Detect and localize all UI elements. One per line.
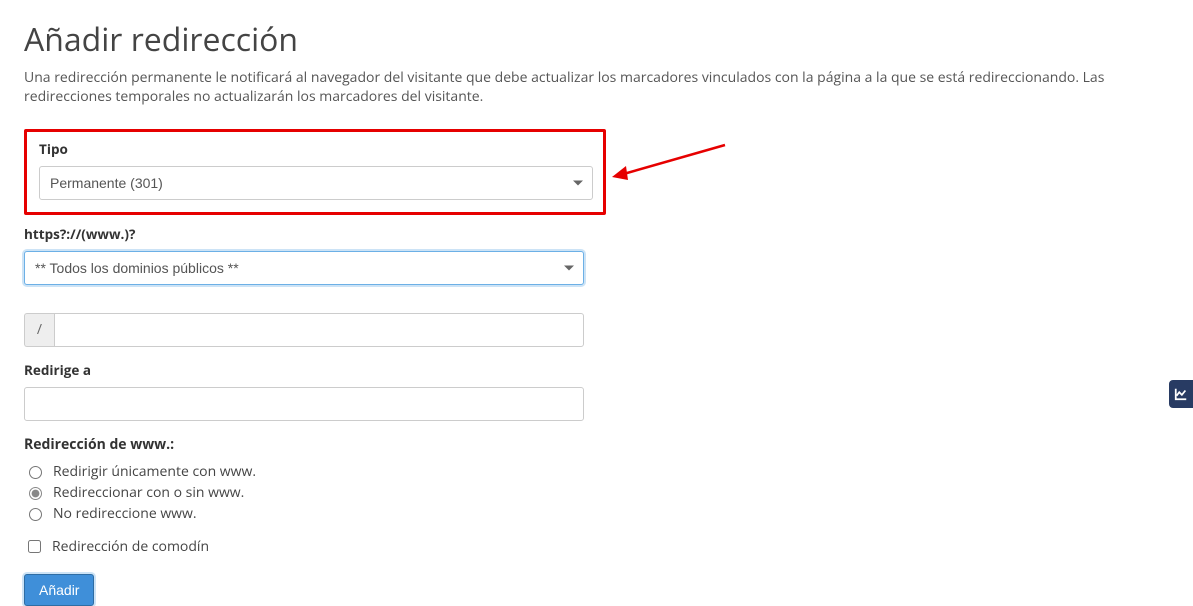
tipo-select[interactable]: Permanente (301)	[39, 166, 593, 200]
path-prefix: /	[24, 313, 54, 347]
www-radio-both[interactable]	[29, 487, 42, 500]
www-opt-none-label: No redireccione www.	[53, 504, 197, 523]
path-input[interactable]	[54, 313, 584, 347]
tipo-highlight: Tipo Permanente (301)	[24, 129, 606, 215]
chart-icon	[1174, 387, 1188, 401]
redirect-to-input[interactable]	[24, 387, 584, 421]
wildcard-row[interactable]: Redirección de comodín	[24, 537, 1193, 556]
wildcard-checkbox[interactable]	[28, 540, 41, 553]
www-opt-both-label: Redireccionar con o sin www.	[53, 483, 244, 502]
domain-select[interactable]: ** Todos los dominios públicos **	[24, 251, 584, 285]
domain-label: https?://(www.)?	[24, 225, 1193, 243]
www-opt-none[interactable]: No redireccione www.	[24, 504, 1193, 523]
page-title: Añadir redirección	[24, 18, 1193, 61]
stats-fab[interactable]	[1169, 380, 1193, 408]
wildcard-label: Redirección de comodín	[52, 537, 209, 556]
www-redirect-label: Redirección de www.:	[24, 435, 1193, 454]
www-opt-both[interactable]: Redireccionar con o sin www.	[24, 483, 1193, 502]
www-radio-none[interactable]	[29, 508, 42, 521]
redirect-to-label: Redirige a	[24, 361, 1193, 379]
add-button[interactable]: Añadir	[24, 574, 94, 606]
path-input-group: /	[24, 313, 584, 347]
tipo-label: Tipo	[39, 140, 591, 158]
www-opt-only-label: Redirigir únicamente con www.	[53, 462, 256, 481]
page-description: Una redirección permanente le notificará…	[24, 69, 1174, 107]
annotation-arrow	[610, 140, 730, 190]
www-radio-only[interactable]	[29, 466, 42, 479]
www-opt-only[interactable]: Redirigir únicamente con www.	[24, 462, 1193, 481]
